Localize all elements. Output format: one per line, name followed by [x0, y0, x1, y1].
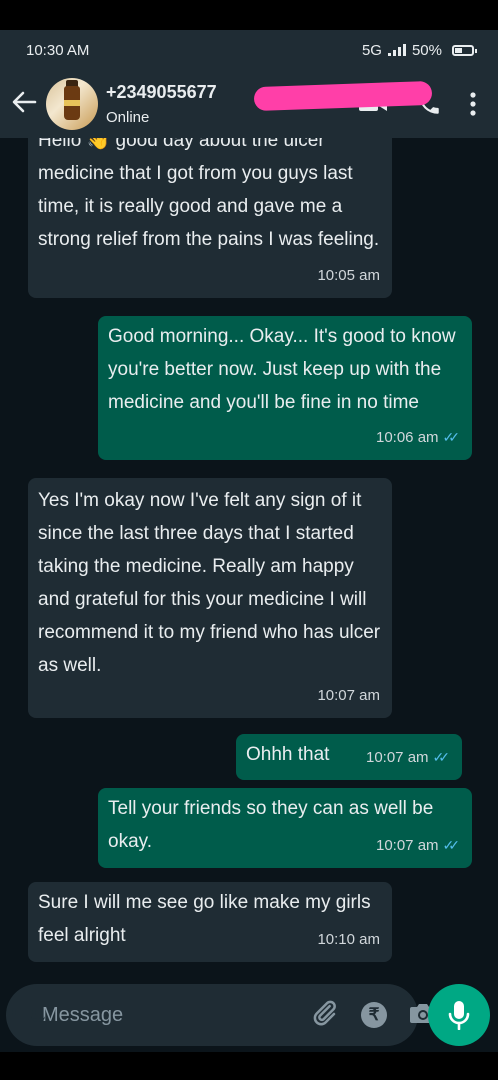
- back-arrow-icon[interactable]: [4, 88, 44, 120]
- mic-button[interactable]: [428, 984, 490, 1046]
- battery-icon: [452, 44, 477, 56]
- rupee-payment-icon[interactable]: ₹: [361, 1002, 387, 1028]
- message-composer: ₹: [6, 984, 436, 1046]
- message-incoming[interactable]: Sure I will me see go like make my girls…: [28, 882, 392, 962]
- read-ticks-icon: ✓✓: [442, 837, 461, 853]
- message-incoming[interactable]: Yes I'm okay now I've felt any sign of i…: [28, 478, 392, 718]
- message-input[interactable]: [40, 1002, 309, 1028]
- message-list[interactable]: Hello 👋 good day about the ulcer medicin…: [0, 138, 498, 980]
- attach-icon[interactable]: [309, 998, 339, 1033]
- status-time: 10:30 AM: [26, 41, 90, 59]
- message-time: 10:07 am: [375, 837, 439, 854]
- read-ticks-icon: ✓✓: [432, 749, 451, 765]
- message-outgoing[interactable]: Ohhh that 10:07 am ✓✓: [236, 734, 462, 780]
- nav-bar: [0, 1052, 498, 1080]
- battery-label: 50%: [411, 41, 442, 59]
- message-outgoing[interactable]: Good morning... Okay... It's good to kno…: [98, 316, 472, 460]
- avatar[interactable]: [46, 78, 98, 130]
- message-time: 10:10 am: [317, 931, 380, 948]
- mic-icon: [448, 1001, 470, 1030]
- contact-status: Online: [106, 109, 150, 126]
- network-label: 5G: [361, 41, 382, 59]
- message-time: 10:06 am: [375, 429, 439, 446]
- status-bar: 10:30 AM 5G 50%: [0, 30, 498, 70]
- message-time: 10:05 am: [317, 267, 380, 284]
- status-bar-top: [0, 0, 498, 30]
- chat-header: +2349055677 Online: [0, 70, 498, 138]
- contact-info[interactable]: +2349055677 Online: [106, 80, 433, 126]
- message-outgoing[interactable]: Tell your friends so they can as well be…: [98, 788, 472, 868]
- message-time: 10:07 am: [317, 687, 380, 704]
- message-time: 10:07 am: [365, 749, 429, 766]
- more-options-icon[interactable]: [470, 92, 476, 116]
- signal-icon: [387, 44, 406, 56]
- message-incoming[interactable]: Hello 👋 good day about the ulcer medicin…: [28, 138, 392, 298]
- read-ticks-icon: ✓✓: [442, 429, 461, 445]
